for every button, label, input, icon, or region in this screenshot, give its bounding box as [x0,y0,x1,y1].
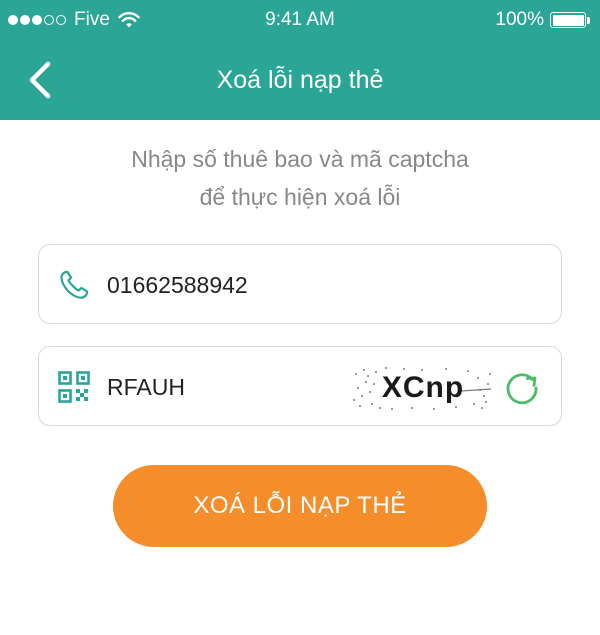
clear-error-button[interactable]: XOÁ LỖI NẠP THẺ [113,465,487,547]
phone-icon [60,270,89,299]
refresh-icon [506,373,538,405]
qr-code-icon [58,371,90,403]
header: Five 9:41 AM 100% Xoá lỗi nạp thẻ [0,0,600,120]
captcha-image: XCnp [351,365,495,411]
status-right: 100% [495,8,590,32]
battery-icon [550,12,586,28]
status-bar: Five 9:41 AM 100% [0,0,600,40]
captcha-text: XCnp [381,371,465,404]
phone-field[interactable] [38,244,562,324]
nav-bar: Xoá lỗi nạp thẻ [0,40,600,120]
phone-input[interactable] [107,263,347,307]
instruction-line-2: để thực hiện xoá lỗi [199,184,401,210]
battery-percentage: 100% [495,9,544,30]
refresh-captcha-button[interactable] [501,367,543,409]
instruction-text: Nhập số thuê bao và mã captcha để thực h… [0,140,600,216]
page-title: Xoá lỗi nạp thẻ [216,66,384,94]
instruction-line-1: Nhập số thuê bao và mã captcha [131,146,469,172]
captcha-field[interactable]: XCnp [38,346,562,426]
captcha-input[interactable] [107,365,347,409]
